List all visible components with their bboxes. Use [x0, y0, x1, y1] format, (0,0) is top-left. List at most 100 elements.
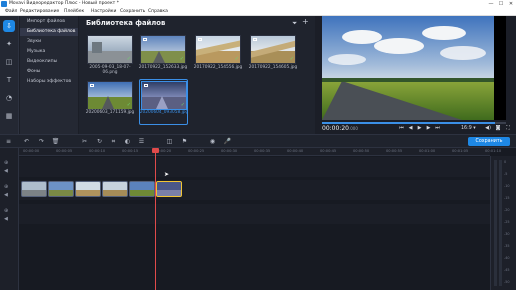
stickers-icon[interactable]: ◔	[3, 92, 15, 104]
timeline-ruler[interactable]: 00:00:00 00:00:05 00:00:10 00:00:15 00:00:20…	[19, 148, 501, 156]
ruler-tick: 00:00:05	[56, 149, 73, 153]
category-backgrounds[interactable]: Фоны	[20, 68, 78, 76]
timeline-settings-icon[interactable]: ≡	[4, 137, 13, 146]
stabilize-icon[interactable]: ◫	[165, 137, 174, 146]
maximize-button[interactable]: ☐	[496, 0, 506, 8]
timeline-clip[interactable]	[48, 181, 74, 197]
video-track[interactable]	[19, 180, 490, 200]
library-item-caption: 20200603_171159.jpg	[85, 110, 135, 115]
category-list: Импорт файлов Библиотека файлов Звуки Му…	[20, 16, 78, 134]
library-item-thumb[interactable]: ✓	[87, 81, 133, 110]
export-button[interactable]: Сохранить	[468, 137, 510, 146]
video-marker-icon	[253, 38, 257, 41]
filter-icon[interactable]: ⏷	[292, 18, 297, 28]
menu-settings[interactable]: Настройки	[91, 8, 116, 16]
delete-icon[interactable]: 🗑	[51, 137, 60, 146]
playhead[interactable]	[155, 148, 156, 290]
imported-check-icon: ✓	[179, 56, 184, 62]
aspect-ratio-select[interactable]: 16:9 ▾	[461, 125, 476, 132]
color-adjust-icon[interactable]: ◐	[123, 137, 132, 146]
marker-icon[interactable]: ⚑	[180, 137, 189, 146]
undo-icon[interactable]: ↶	[22, 137, 31, 146]
step-forward-icon[interactable]: ▶	[425, 125, 432, 132]
rotate-icon[interactable]: ↻	[95, 137, 104, 146]
titles-icon[interactable]: T	[3, 74, 15, 86]
library-item-caption: 2005-09-03_18-07-06.png	[89, 65, 131, 76]
imported-check-icon: ✓	[126, 102, 131, 108]
import-icon[interactable]: ⇩	[3, 20, 15, 32]
timeline-clip[interactable]	[75, 181, 101, 197]
close-button[interactable]: ✕	[506, 0, 516, 8]
ruler-tick: 00:01:10	[485, 149, 502, 153]
timeline: ⊕ ◀ ⊕ ◀ ⊕ ◀ 00:00:00 00:00:05 00:00:10 00:0…	[0, 148, 516, 290]
transitions-icon[interactable]: ◫	[3, 56, 15, 68]
video-track-mute-icon[interactable]: ◀	[4, 192, 8, 198]
level-meter-label: -5	[504, 172, 508, 176]
library-title: Библиотека файлов	[86, 19, 166, 27]
audio-track-lock-icon[interactable]: ⊕	[4, 208, 8, 214]
mouse-cursor-icon: ➤	[164, 171, 170, 178]
menu-save[interactable]: Сохранить	[120, 8, 145, 16]
more-tools-icon[interactable]: ▦	[3, 110, 15, 122]
ruler-tick: 00:00:30	[221, 149, 238, 153]
level-meter-left	[494, 160, 497, 286]
category-effect-packs[interactable]: Наборы эффектов	[20, 78, 78, 86]
skip-start-icon[interactable]: ⏮	[398, 125, 405, 132]
lock-track-icon[interactable]: ⊕	[4, 160, 8, 166]
mute-track-icon[interactable]: ◀	[4, 168, 8, 174]
timeline-clip[interactable]	[21, 181, 47, 197]
ruler-tick: 00:01:05	[452, 149, 469, 153]
skip-end-icon[interactable]: ⏭	[434, 125, 441, 132]
filters-icon[interactable]: ✦	[3, 38, 15, 50]
menu-help[interactable]: Справка	[148, 8, 168, 16]
snapshot-icon[interactable]: ◙	[494, 125, 502, 132]
text-track[interactable]	[19, 157, 490, 177]
clip-properties-icon[interactable]: ☰	[137, 137, 146, 146]
ruler-tick: 00:00:25	[188, 149, 205, 153]
microphone-icon[interactable]: 🎤	[223, 137, 232, 146]
level-meter-label: -35	[504, 244, 510, 248]
volume-icon[interactable]: ◀)	[484, 125, 492, 132]
cut-icon[interactable]: ✂	[80, 137, 89, 146]
redo-icon[interactable]: ↷	[37, 137, 46, 146]
play-icon[interactable]: ▶	[416, 125, 423, 132]
playhead-handle[interactable]	[152, 148, 159, 153]
imported-check-icon: ✓	[234, 56, 239, 62]
timeline-clip[interactable]	[129, 181, 155, 197]
menu-edit[interactable]: Редактирование	[20, 8, 59, 16]
level-meter-label: -20	[504, 208, 510, 212]
add-icon[interactable]: +	[302, 17, 309, 27]
category-sounds[interactable]: Звуки	[20, 38, 78, 46]
library-item-caption-selected: 20200604_093058.jpg	[139, 110, 189, 115]
audio-track[interactable]	[19, 204, 490, 224]
preview-screen[interactable]	[322, 16, 506, 120]
level-meter-label: -40	[504, 256, 510, 260]
timeline-clip-selected[interactable]	[156, 181, 182, 197]
video-marker-icon	[198, 38, 202, 41]
crop-icon[interactable]: ⌗	[109, 137, 118, 146]
video-track-lock-icon[interactable]: ⊕	[4, 184, 8, 190]
ruler-tick: 00:00:50	[353, 149, 370, 153]
category-import-files[interactable]: Импорт файлов	[20, 18, 78, 26]
fullscreen-icon[interactable]: ⛶	[504, 125, 512, 132]
library-item-thumb[interactable]: ✓	[250, 35, 296, 64]
library-item-thumb-selected[interactable]: ✓	[141, 81, 187, 110]
category-music[interactable]: Музыка	[20, 48, 78, 56]
timeline-clip[interactable]	[102, 181, 128, 197]
library-item-thumb[interactable]: ✓	[195, 35, 241, 64]
level-meter-label: -50	[504, 280, 510, 284]
library-item-thumb[interactable]: ✓	[140, 35, 186, 64]
category-file-library[interactable]: Библиотека файлов	[20, 28, 78, 36]
minimize-button[interactable]: —	[486, 0, 496, 8]
category-video-clips[interactable]: Видеоклипы	[20, 58, 78, 66]
imported-check-icon: ✓	[289, 56, 294, 62]
audio-track-mute-icon[interactable]: ◀	[4, 216, 8, 222]
title-bar: Movavi Видеоредактор Плюс - Новый проект…	[0, 0, 516, 8]
library-item-caption: 20170922_154556.jpg	[193, 65, 243, 70]
menu-file[interactable]: Файл	[5, 8, 17, 16]
record-voice-icon[interactable]: ◉	[208, 137, 217, 146]
preview-timecode: 00:00:20.000	[322, 125, 358, 132]
step-back-icon[interactable]: ◀	[407, 125, 414, 132]
library-item-thumb[interactable]: ✓	[87, 35, 133, 64]
menu-playback[interactable]: Плейбек	[64, 8, 84, 16]
